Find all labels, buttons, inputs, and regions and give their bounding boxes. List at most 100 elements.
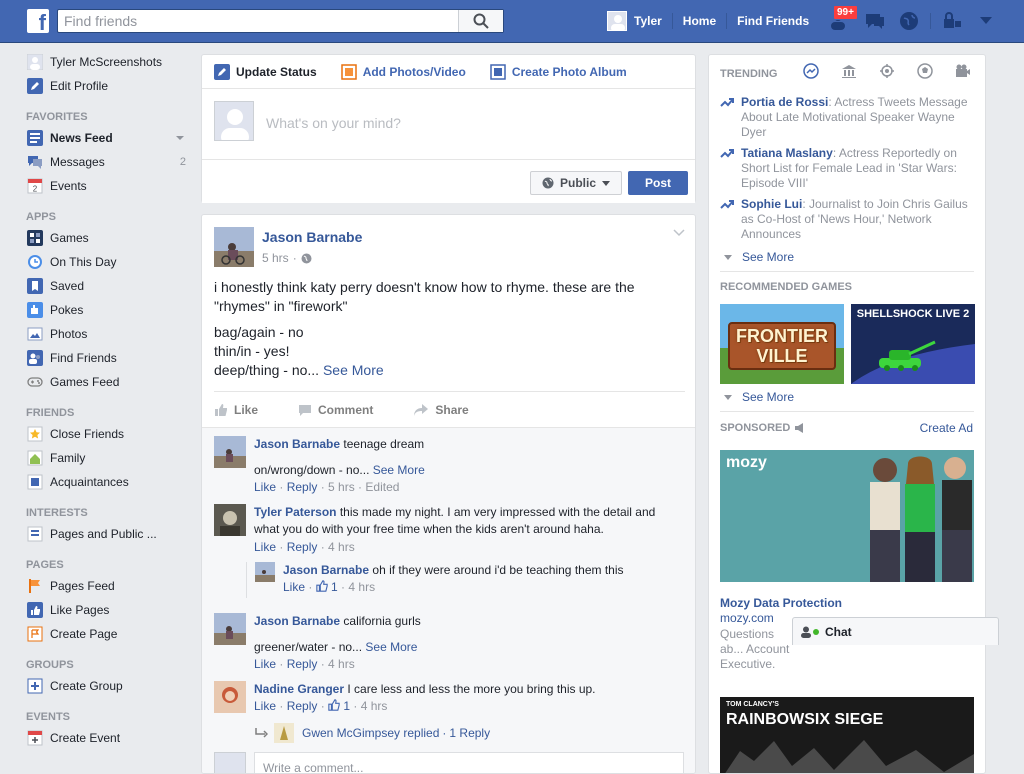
privacy-shortcuts-button[interactable] [939,8,965,34]
comment-input[interactable]: Write a comment... [254,752,684,773]
create-ad-link[interactable]: Create Ad [920,421,973,435]
privacy-selector[interactable]: Public [530,171,622,195]
chat-tab[interactable]: Chat [792,617,999,645]
search-input[interactable] [58,10,458,32]
comment-author[interactable]: Jason Barnabe [254,437,340,451]
sidebar-item-like-pages[interactable]: Like Pages [20,598,192,622]
composer-body[interactable]: What's on your mind? [202,89,695,159]
comment: Jason Barnabe teenage dream on/wrong/dow… [214,436,684,494]
ad2-title: RAINBOWSIX SIEGE [726,711,884,728]
sidebar-item-photos[interactable]: Photos [20,322,192,346]
acquaintances-icon [27,474,43,490]
sidebar-heading-groups: GROUPS [26,659,74,671]
notifications-button[interactable] [896,8,922,34]
see-more-link[interactable]: See More [323,362,384,378]
sidebar-edit-profile[interactable]: Edit Profile [20,74,192,98]
like-button[interactable]: Like [214,403,258,417]
sidebar-item-on-this-day[interactable]: On This Day [20,250,192,274]
ad-title[interactable]: Mozy Data Protection [720,596,842,610]
sidebar-item-find-friends[interactable]: Find Friends [20,346,192,370]
ad-image-rainbow-six[interactable]: TOM CLANCY'S RAINBOWSIX SIEGE [720,697,974,773]
comment-button[interactable]: Comment [298,403,373,417]
sidebar-item-saved[interactable]: Saved [20,274,192,298]
sidebar-item-create-group[interactable]: Create Group [20,674,192,698]
avatar[interactable] [255,562,275,582]
sidebar-item-acquaintances[interactable]: Acquaintances [20,470,192,494]
comment-like-link[interactable]: Like [254,540,276,554]
sidebar-item-events[interactable]: 2 Events [20,174,192,198]
sidebar-item-create-page[interactable]: Create Page [20,622,192,646]
comment-like-link[interactable]: Like [283,580,305,594]
sidebar-profile[interactable]: Tyler McScreenshots [20,50,192,74]
sidebar-item-create-event[interactable]: Create Event [20,726,192,750]
comment-author[interactable]: Nadine Granger [254,682,344,696]
sidebar-item-label: Pokes [50,303,84,317]
messages-button[interactable] [862,8,888,34]
games-see-more[interactable]: See More [720,390,794,404]
sidebar-item-games-feed[interactable]: Games Feed [20,370,192,394]
trending-item[interactable]: Sophie Lui: Journalist to Join Chris Gai… [720,197,980,242]
game-shellshock-live[interactable]: SHELLSHOCK LIVE 2 [851,304,975,384]
avatar[interactable] [214,681,246,713]
politics-icon[interactable] [841,63,857,79]
entertainment-icon[interactable] [955,63,971,79]
comment-reply-link[interactable]: Reply [287,480,318,494]
search-button[interactable] [458,10,503,32]
see-more-link[interactable]: See More [373,463,425,477]
tab-create-album[interactable]: Create Photo Album [490,55,627,89]
find-friends-link[interactable]: Find Friends [737,14,809,28]
facebook-logo[interactable]: f [27,9,49,33]
comment-author[interactable]: Tyler Paterson [254,505,336,519]
profile-link[interactable]: Tyler [634,14,662,28]
sidebar-item-pages-feed[interactable]: Pages Feed [20,574,192,598]
comment-time: 4 hrs [348,580,376,594]
comment-like-count[interactable]: 1 [331,580,338,594]
game-frontier-ville[interactable]: FRONTIER VILLE [720,304,844,384]
comment-author[interactable]: Jason Barnabe [283,563,369,577]
avatar[interactable] [214,613,246,645]
ad-url[interactable]: mozy.com [720,611,774,625]
comment-like-link[interactable]: Like [254,657,276,671]
comment-like-count[interactable]: 1 [343,699,350,713]
user-avatar[interactable] [607,11,627,31]
status-input[interactable]: What's on your mind? [266,115,401,131]
comment-like-link[interactable]: Like [254,699,276,713]
sidebar-item-family[interactable]: Family [20,446,192,470]
comment-like-link[interactable]: Like [254,480,276,494]
sidebar-item-news-feed[interactable]: News Feed [20,126,192,150]
sidebar-item-pages-public[interactable]: Pages and Public ... [20,522,192,546]
avatar[interactable] [214,504,246,536]
chevron-down-icon[interactable] [673,229,685,237]
avatar[interactable] [214,436,246,468]
replies-link[interactable]: Gwen McGimpsey replied · 1 Reply [254,723,695,743]
pencil-icon [214,63,230,80]
chevron-down-icon[interactable] [176,136,184,140]
home-link[interactable]: Home [683,14,716,28]
sidebar-item-games[interactable]: Games [20,226,192,250]
science-icon[interactable] [879,63,895,79]
sidebar-item-pokes[interactable]: Pokes [20,298,192,322]
trending-see-more[interactable]: See More [720,250,794,264]
comment-reply-link[interactable]: Reply [287,699,318,713]
tab-add-photos[interactable]: Add Photos/Video [340,55,466,89]
post-timestamp[interactable]: 5 hrs · [262,251,312,265]
sports-icon[interactable] [917,63,933,79]
post-button[interactable]: Post [628,171,688,195]
trending-icon[interactable] [803,63,819,79]
avatar[interactable] [214,227,254,267]
account-menu-button[interactable] [973,8,999,34]
sidebar-item-messages[interactable]: Messages 2 [20,150,192,174]
post-author[interactable]: Jason Barnabe [262,229,362,245]
comment-author[interactable]: Jason Barnabe [254,614,340,628]
trending-arrow-icon [720,200,734,209]
tab-update-status[interactable]: Update Status [214,55,317,89]
see-more-link[interactable]: See More [365,640,417,654]
comment-reply-link[interactable]: Reply [287,657,318,671]
trending-item[interactable]: Portia de Rossi: Actress Tweets Message … [720,95,980,140]
comment-reply-link[interactable]: Reply [287,540,318,554]
share-button[interactable]: Share [413,403,469,417]
trending-item[interactable]: Tatiana Maslany: Actress Reportedly on S… [720,146,980,191]
ad-image[interactable]: mozy [720,450,974,582]
sidebar-item-close-friends[interactable]: Close Friends [20,422,192,446]
comment-text-line: Tyler Paterson this made my night. I am … [254,504,679,538]
